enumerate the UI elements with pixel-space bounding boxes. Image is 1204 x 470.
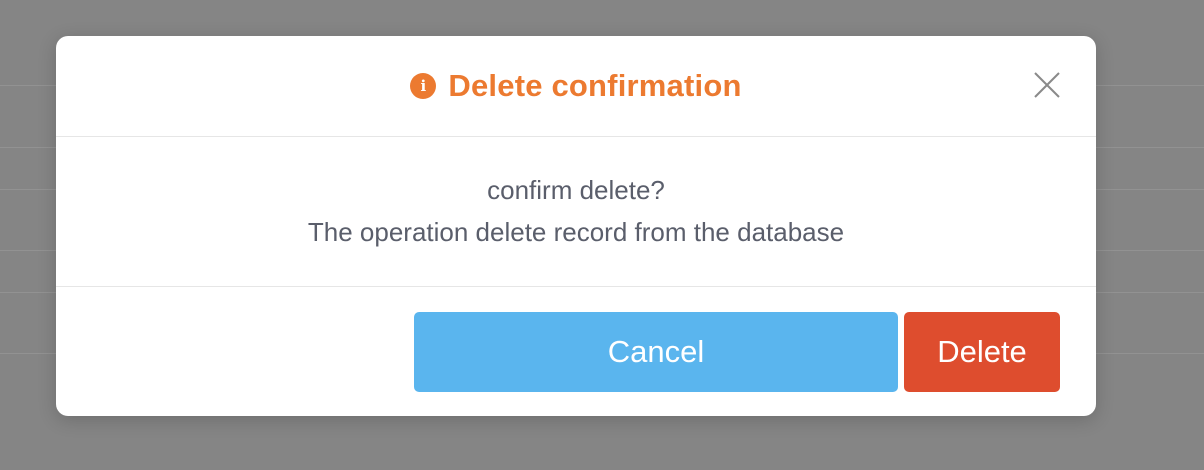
delete-button[interactable]: Delete bbox=[904, 312, 1060, 392]
dialog-body: confirm delete? The operation delete rec… bbox=[56, 137, 1096, 287]
cancel-button[interactable]: Cancel bbox=[414, 312, 898, 392]
dialog-title-group: i Delete confirmation bbox=[56, 36, 1096, 136]
confirm-description: The operation delete record from the dat… bbox=[307, 217, 845, 247]
close-icon bbox=[1034, 72, 1060, 98]
close-button[interactable] bbox=[1032, 70, 1062, 100]
confirm-question: confirm delete? bbox=[487, 175, 665, 205]
dialog-title: Delete confirmation bbox=[448, 68, 742, 103]
delete-confirmation-dialog: i Delete confirmation confirm delete? Th… bbox=[56, 36, 1096, 416]
dialog-header: i Delete confirmation bbox=[56, 36, 1096, 137]
info-icon: i bbox=[410, 73, 437, 99]
